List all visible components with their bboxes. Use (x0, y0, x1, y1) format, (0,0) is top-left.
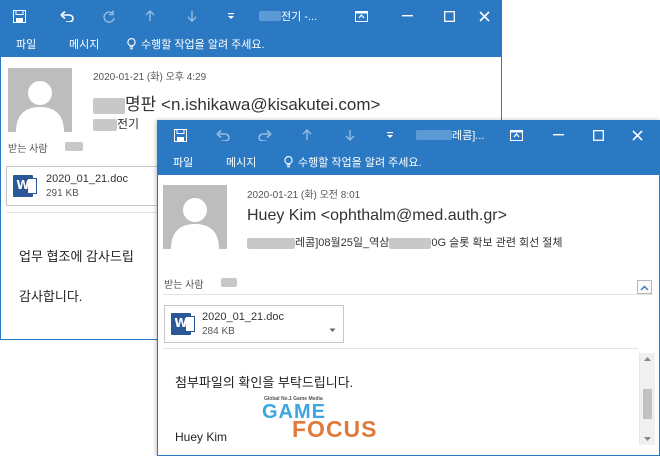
sender-email: <n.ishikawa@kisakutei.com> (161, 95, 381, 114)
scrollbar-thumb[interactable] (643, 389, 652, 419)
ribbon-tabs: 파일 메시지 수행할 작업을 알려 주세요. (1, 31, 501, 57)
attachment-name: 2020_01_21.doc (46, 173, 128, 185)
redo-icon[interactable] (97, 1, 121, 31)
title-bar: 전기 -... (1, 1, 501, 31)
save-icon[interactable] (168, 121, 192, 149)
watermark-word-2: FOCUS (292, 416, 378, 442)
to-label: 받는 사람 (164, 280, 204, 291)
minimize-icon[interactable] (395, 1, 419, 31)
attachment-card[interactable]: 2020_01_21.doc 284 KB (164, 305, 344, 343)
word-document-icon (13, 175, 37, 197)
divider (163, 348, 638, 349)
tell-me-text: 수행할 작업을 알려 주세요. (141, 39, 265, 51)
quick-access-dropdown-icon[interactable] (219, 1, 243, 31)
save-icon[interactable] (7, 1, 31, 31)
sender-avatar (8, 68, 72, 132)
title-bar: 레콤]... (158, 121, 659, 149)
vertical-scrollbar[interactable] (639, 353, 655, 445)
tab-file[interactable]: 파일 (173, 149, 193, 175)
attachment-card[interactable]: 2020_01_21.doc 291 KB (6, 166, 168, 206)
body-line-1: 첨부파일의 확인을 부탁드립니다. (175, 375, 354, 390)
attachment-size: 284 KB (202, 326, 235, 337)
subject-suffix: 0G 슬롯 확보 관련 회선 절체 (431, 237, 563, 249)
attachment-name: 2020_01_21.doc (202, 311, 284, 323)
chevron-up-icon (640, 285, 649, 291)
divider (163, 294, 653, 295)
maximize-icon[interactable] (437, 1, 461, 31)
body-line-1: 업무 협조에 감사드립 (19, 249, 134, 264)
scroll-up-icon (644, 357, 651, 361)
close-icon[interactable] (472, 1, 496, 31)
subject: 전기 (117, 117, 140, 131)
window-title: 레콤]... (416, 121, 484, 149)
lightbulb-icon (284, 156, 293, 168)
undo-icon[interactable] (55, 1, 79, 31)
subject-prefix: 레콤]08월25일_역삼 (295, 237, 390, 249)
word-document-icon (171, 313, 195, 335)
arrow-up-icon[interactable] (295, 121, 319, 149)
arrow-up-icon[interactable] (138, 1, 162, 31)
to-label: 받는 사람 (8, 144, 48, 155)
ribbon-display-options-icon[interactable] (504, 121, 528, 149)
minimize-icon[interactable] (546, 121, 570, 149)
arrow-down-icon[interactable] (180, 1, 204, 31)
undo-icon[interactable] (211, 121, 235, 149)
arrow-down-icon[interactable] (338, 121, 362, 149)
window-title: 전기 -... (259, 1, 317, 31)
ribbon-display-options-icon[interactable] (349, 1, 373, 31)
sender: Huey Kim <ophthalm@med.auth.gr> (247, 207, 507, 224)
maximize-icon[interactable] (586, 121, 610, 149)
sent-date: 2020-01-21 (화) 오후 4:29 (93, 72, 207, 83)
lightbulb-icon (127, 38, 136, 50)
subject-line: 전기 (93, 115, 139, 132)
close-icon[interactable] (625, 121, 649, 149)
redo-icon[interactable] (253, 121, 277, 149)
ribbon-tabs: 파일 메시지 수행할 작업을 알려 주세요. (158, 149, 659, 175)
to-recipient (221, 278, 237, 287)
gamefocus-watermark: Global No.1 Game Media GAME FOCUS (262, 396, 402, 446)
signature: Huey Kim (175, 430, 228, 444)
collapse-header-button[interactable] (637, 280, 652, 294)
quick-access-dropdown-icon[interactable] (378, 121, 402, 149)
tab-message[interactable]: 메시지 (69, 31, 99, 57)
tell-me-search[interactable]: 수행할 작업을 알려 주세요. (284, 149, 422, 175)
to-recipient (65, 142, 83, 151)
front-email-window: 레콤]... 파일 메시지 수행할 작업을 알려 주세요. 2020-01-21… (157, 120, 660, 456)
tab-message[interactable]: 메시지 (226, 149, 256, 175)
tab-file[interactable]: 파일 (16, 31, 36, 57)
tell-me-search[interactable]: 수행할 작업을 알려 주세요. (127, 31, 265, 57)
attachment-dropdown-icon[interactable] (329, 320, 336, 338)
tell-me-text: 수행할 작업을 알려 주세요. (298, 157, 422, 169)
scroll-down-icon (644, 437, 651, 441)
sender-avatar (163, 185, 227, 249)
attachment-size: 291 KB (46, 188, 79, 199)
sender-line: 명판 <n.ishikawa@kisakutei.com> (93, 90, 380, 115)
sent-date: 2020-01-21 (화) 오전 8:01 (247, 190, 361, 201)
body-line-2: 감사합니다. (19, 289, 83, 304)
sender-name: 명판 (125, 95, 157, 114)
subject-line: 레콤]08월25일_역삼 0G 슬롯 확보 관련 회선 절체 (247, 234, 563, 250)
